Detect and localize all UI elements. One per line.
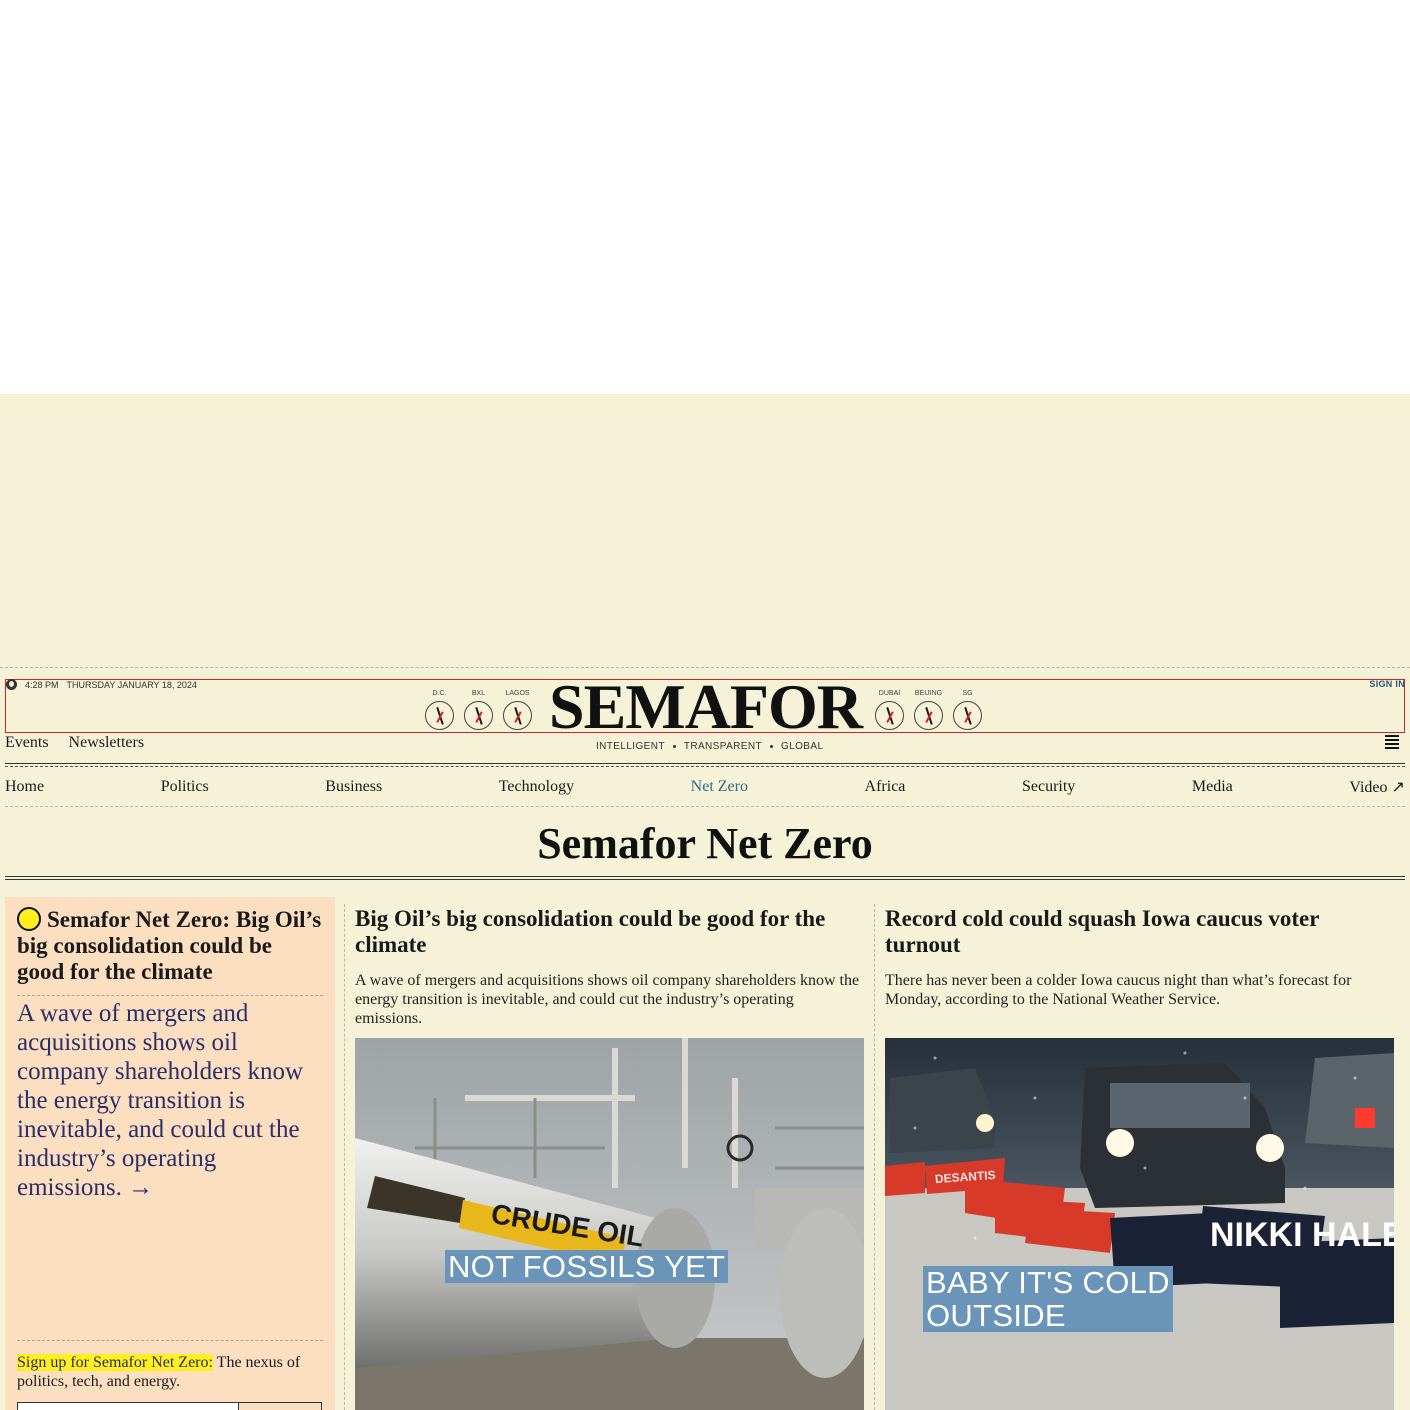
- clock-icon: [464, 701, 493, 730]
- story-card: Record cold could squash Iowa caucus vot…: [885, 906, 1394, 1009]
- globe-icon: [6, 679, 17, 690]
- snowy-road-illustration: NIKKI HALEY DESANTIS: [885, 1038, 1394, 1410]
- sign-in-link[interactable]: SIGN IN: [1369, 679, 1405, 689]
- ad-space: [0, 0, 1410, 394]
- net-zero-sun-icon: [17, 907, 41, 931]
- semafor-logo[interactable]: SEMAFOR: [549, 672, 863, 742]
- nav-item-politics[interactable]: Politics: [161, 778, 209, 796]
- clock-bxl: BXL: [464, 690, 493, 730]
- signup-link[interactable]: Sign up for Semafor Net Zero:: [17, 1354, 213, 1371]
- clock-label: LAGOS: [505, 690, 530, 697]
- clock-icon: [875, 701, 904, 730]
- email-field[interactable]: [17, 1402, 239, 1410]
- current-time: 4:28 PM: [25, 679, 59, 690]
- nav-item-home[interactable]: Home: [5, 778, 44, 796]
- nav-item-net-zero[interactable]: Net Zero: [691, 778, 748, 796]
- clock-label: SG: [962, 690, 973, 697]
- clock-beijing: BEIJING: [914, 690, 943, 730]
- hamburger-menu-icon[interactable]: [1385, 735, 1399, 749]
- image-caption: BABY IT'S COLD OUTSIDE: [923, 1266, 1173, 1332]
- clock-label: D.C.: [432, 690, 447, 697]
- story-card: Big Oil’s big consolidation could be goo…: [355, 906, 864, 1028]
- secondary-links: Events Newsletters: [5, 734, 144, 752]
- promo-headline-text: Semafor Net Zero: Big Oil’s big consolid…: [17, 907, 322, 984]
- clock-label: BEIJING: [914, 690, 943, 697]
- tagline-word: TRANSPARENT: [683, 741, 762, 752]
- tagline-word: INTELLIGENT: [596, 741, 665, 752]
- bullet-icon: [672, 745, 676, 748]
- promo-signup: Sign up for Semafor Net Zero: The nexus …: [17, 1353, 323, 1391]
- bullet-icon: [769, 745, 773, 748]
- nav-item-media[interactable]: Media: [1192, 778, 1233, 796]
- clock-lagos: LAGOS: [503, 690, 532, 730]
- page-body: 4:28 PM THURSDAY JANUARY 18, 2024 SIGN I…: [0, 394, 1410, 1410]
- signup-submit-button[interactable]: [238, 1402, 322, 1410]
- section-title: Semafor Net Zero: [537, 819, 873, 868]
- clock-icon: [425, 701, 454, 730]
- utility-bar: 4:28 PM THURSDAY JANUARY 18, 2024: [6, 679, 197, 690]
- tagline-word: GLOBAL: [780, 741, 824, 752]
- clock-icon: [503, 701, 532, 730]
- tagline: INTELLIGENT TRANSPARENT GLOBAL: [596, 741, 823, 752]
- pipeline-illustration: CRUDE OIL: [355, 1038, 864, 1410]
- clock-icon: [914, 701, 943, 730]
- nav-item-africa[interactable]: Africa: [865, 778, 906, 796]
- nav-item-security[interactable]: Security: [1022, 778, 1075, 796]
- clock-label: BXL: [471, 690, 486, 697]
- story-dek: A wave of mergers and acquisitions shows…: [355, 972, 860, 1027]
- main-nav: Home Politics Business Technology Net Ze…: [5, 768, 1405, 806]
- story-image-pipeline[interactable]: CRUDE OIL NOT FOSSILS YET: [355, 1038, 864, 1410]
- nav-item-business[interactable]: Business: [325, 778, 382, 796]
- clocks-left: D.C. BXL LAGOS: [425, 690, 532, 730]
- column-divider: [874, 904, 875, 1410]
- story-dek: There has never been a colder Iowa caucu…: [885, 972, 1352, 1008]
- story-image-snow[interactable]: NIKKI HALEY DESANTIS BABY IT'S COLD OUTS…: [885, 1038, 1394, 1410]
- top-divider: [0, 667, 1410, 668]
- nav-top-rule-dashed: [5, 766, 1405, 767]
- image-caption: NOT FOSSILS YET: [445, 1250, 729, 1283]
- campaign-sign-text: NIKKI HALEY: [1210, 1216, 1394, 1254]
- clock-icon: [953, 701, 982, 730]
- newsletter-promo: Semafor Net Zero: Big Oil’s big consolid…: [5, 897, 335, 1410]
- divider: [17, 995, 323, 996]
- title-rule: [5, 879, 1405, 880]
- divider: [17, 1340, 323, 1341]
- nav-top-rule: [5, 763, 1405, 764]
- story-headline[interactable]: Big Oil’s big consolidation could be goo…: [355, 906, 864, 958]
- clock-sg: SG: [953, 690, 982, 730]
- clock-dc: D.C.: [425, 690, 454, 730]
- promo-headline[interactable]: Semafor Net Zero: Big Oil’s big consolid…: [17, 907, 325, 985]
- nav-item-technology[interactable]: Technology: [499, 778, 574, 796]
- events-link[interactable]: Events: [5, 734, 49, 752]
- clock-dubai: DUBAI: [875, 690, 904, 730]
- column-divider: [344, 904, 345, 1410]
- clock-label: DUBAI: [878, 690, 901, 697]
- nav-item-video[interactable]: Video ↗: [1349, 777, 1405, 797]
- nav-bottom-rule: [5, 806, 1405, 807]
- story-headline[interactable]: Record cold could squash Iowa caucus vot…: [885, 906, 1394, 958]
- newsletters-link[interactable]: Newsletters: [69, 734, 145, 752]
- clocks-right: DUBAI BEIJING SG: [875, 690, 982, 730]
- title-rule: [5, 876, 1405, 877]
- current-date: THURSDAY JANUARY 18, 2024: [66, 679, 197, 690]
- promo-dek[interactable]: A wave of mergers and acquisitions shows…: [17, 999, 323, 1202]
